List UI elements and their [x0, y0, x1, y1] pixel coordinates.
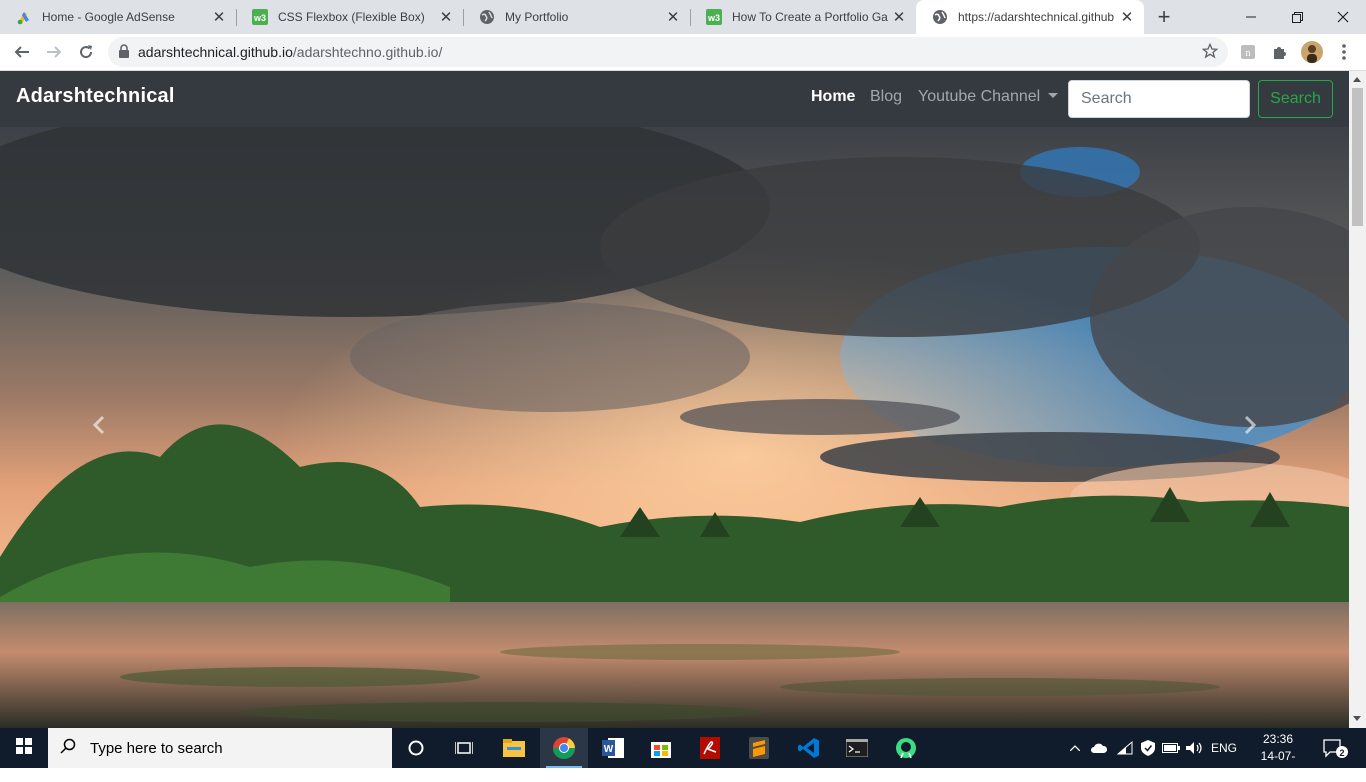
close-tab-icon[interactable]: ✕: [208, 6, 230, 28]
browser-tab-strip: Home - Google AdSense ✕ w3 CSS Flexbox (…: [0, 0, 1366, 34]
task-view-icon[interactable]: [440, 728, 488, 768]
profile-avatar[interactable]: [1298, 38, 1326, 66]
terminal-icon[interactable]: [833, 728, 881, 768]
adsense-icon: [16, 9, 32, 25]
android-studio-icon[interactable]: [882, 728, 930, 768]
tab-title: Home - Google AdSense: [42, 10, 175, 24]
microsoft-store-icon[interactable]: [637, 728, 685, 768]
acrobat-reader-icon[interactable]: [686, 728, 734, 768]
volume-speaker-icon[interactable]: [1184, 728, 1206, 768]
windows-start-button[interactable]: [0, 728, 48, 768]
svg-text:w3: w3: [707, 13, 720, 23]
search-input[interactable]: [1068, 80, 1250, 118]
globe-icon: [479, 9, 495, 25]
wifi-icon[interactable]: [1114, 728, 1136, 768]
tab-css-flexbox[interactable]: w3 CSS Flexbox (Flexible Box) ✕: [236, 0, 463, 34]
search-icon: [60, 738, 76, 758]
back-arrow-icon[interactable]: [8, 38, 36, 66]
file-explorer-icon[interactable]: [490, 728, 538, 768]
clock-date: 14-07-2020: [1260, 749, 1296, 780]
onedrive-cloud-icon[interactable]: [1088, 728, 1110, 768]
tab-google-adsense[interactable]: Home - Google AdSense ✕: [0, 0, 236, 34]
close-tab-icon[interactable]: ✕: [662, 6, 684, 28]
taskbar-search-box[interactable]: Type here to search: [48, 728, 392, 768]
carousel-previous-button[interactable]: [0, 127, 200, 728]
w3schools-icon: w3: [252, 9, 268, 25]
word-icon[interactable]: W: [589, 728, 637, 768]
image-carousel: [0, 127, 1349, 728]
svg-text:w3: w3: [253, 13, 266, 23]
tab-adarshtechnical-active[interactable]: https://adarshtechnical.github ✕: [916, 0, 1144, 34]
forward-arrow-icon[interactable]: [40, 38, 68, 66]
nav-home[interactable]: Home: [811, 88, 855, 106]
url-path: /adarshtechno.github.io/: [292, 44, 443, 60]
caret-down-icon: [1048, 93, 1059, 98]
tab-portfolio-gallery[interactable]: w3 How To Create a Portfolio Galle ✕: [690, 0, 916, 34]
windows-logo-icon: [16, 737, 32, 759]
scroll-up-arrow-icon[interactable]: [1353, 77, 1361, 82]
extension-icon[interactable]: n: [1234, 38, 1262, 66]
svg-text:n: n: [1246, 48, 1251, 59]
chevron-right-icon: [1239, 415, 1259, 440]
nav-youtube-channel-dropdown[interactable]: Youtube Channel: [918, 88, 1059, 106]
site-brand[interactable]: Adarshtechnical: [16, 85, 175, 108]
chevron-left-icon: [90, 415, 110, 440]
taskbar-clock[interactable]: 23:36 14-07-2020: [1250, 731, 1306, 782]
tab-title: https://adarshtechnical.github: [958, 10, 1115, 24]
action-center-notification-icon[interactable]: 2: [1316, 728, 1356, 768]
close-tab-icon[interactable]: ✕: [435, 6, 457, 28]
globe-icon: [932, 9, 948, 25]
close-window-icon[interactable]: [1320, 0, 1366, 34]
restore-window-icon[interactable]: [1274, 0, 1320, 34]
url-host: adarshtechnical.github.io: [138, 44, 293, 60]
taskbar-search-placeholder: Type here to search: [90, 739, 223, 757]
scroll-down-arrow-icon[interactable]: [1353, 716, 1361, 721]
bookmark-star-icon[interactable]: [1201, 42, 1219, 62]
input-language-indicator[interactable]: ENG: [1208, 728, 1240, 768]
nav-blog[interactable]: Blog: [870, 88, 902, 106]
puzzle-extensions-icon[interactable]: [1266, 38, 1294, 66]
tab-my-portfolio[interactable]: My Portfolio ✕: [463, 0, 690, 34]
scrollbar-thumb[interactable]: [1352, 88, 1363, 226]
site-navbar: Adarshtechnical Home Blog Youtube Channe…: [0, 71, 1349, 127]
page-viewport: Adarshtechnical Home Blog Youtube Channe…: [0, 71, 1366, 728]
tab-title: CSS Flexbox (Flexible Box): [278, 10, 425, 24]
nav-youtube-label: Youtube Channel: [918, 88, 1041, 105]
reload-icon[interactable]: [72, 38, 100, 66]
notification-count: 2: [1339, 748, 1344, 758]
svg-text:W: W: [604, 744, 614, 755]
battery-icon[interactable]: [1160, 728, 1182, 768]
sublime-text-icon[interactable]: [735, 728, 783, 768]
address-bar[interactable]: adarshtechnical.github.io/adarshtechno.g…: [108, 37, 1228, 67]
tab-title: How To Create a Portfolio Galle: [732, 10, 888, 24]
close-tab-icon[interactable]: ✕: [1116, 6, 1138, 28]
show-hidden-icons-chevron-up-icon[interactable]: [1066, 728, 1084, 768]
chrome-taskbar-icon[interactable]: [540, 728, 588, 768]
minimize-window-icon[interactable]: [1228, 0, 1274, 34]
lock-icon: [118, 43, 130, 61]
new-tab-plus-icon[interactable]: +: [1152, 4, 1176, 29]
close-tab-icon[interactable]: ✕: [888, 6, 910, 28]
cortana-icon[interactable]: [392, 728, 440, 768]
menu-kebab-icon[interactable]: [1330, 38, 1358, 66]
windows-taskbar: Type here to search W ENG 23:36 14-07-20…: [0, 728, 1366, 780]
w3schools-icon: w3: [706, 9, 722, 25]
tab-title: My Portfolio: [505, 10, 569, 24]
carousel-next-button[interactable]: [1149, 127, 1349, 728]
clock-time: 23:36: [1262, 732, 1294, 746]
lake-sunset-slide-image: [0, 127, 1349, 728]
page-scrollbar[interactable]: [1349, 71, 1366, 728]
browser-toolbar: adarshtechnical.github.io/adarshtechno.g…: [0, 34, 1366, 71]
search-button[interactable]: Search: [1258, 80, 1333, 118]
security-shield-icon[interactable]: [1138, 728, 1158, 768]
vscode-icon[interactable]: [785, 728, 833, 768]
